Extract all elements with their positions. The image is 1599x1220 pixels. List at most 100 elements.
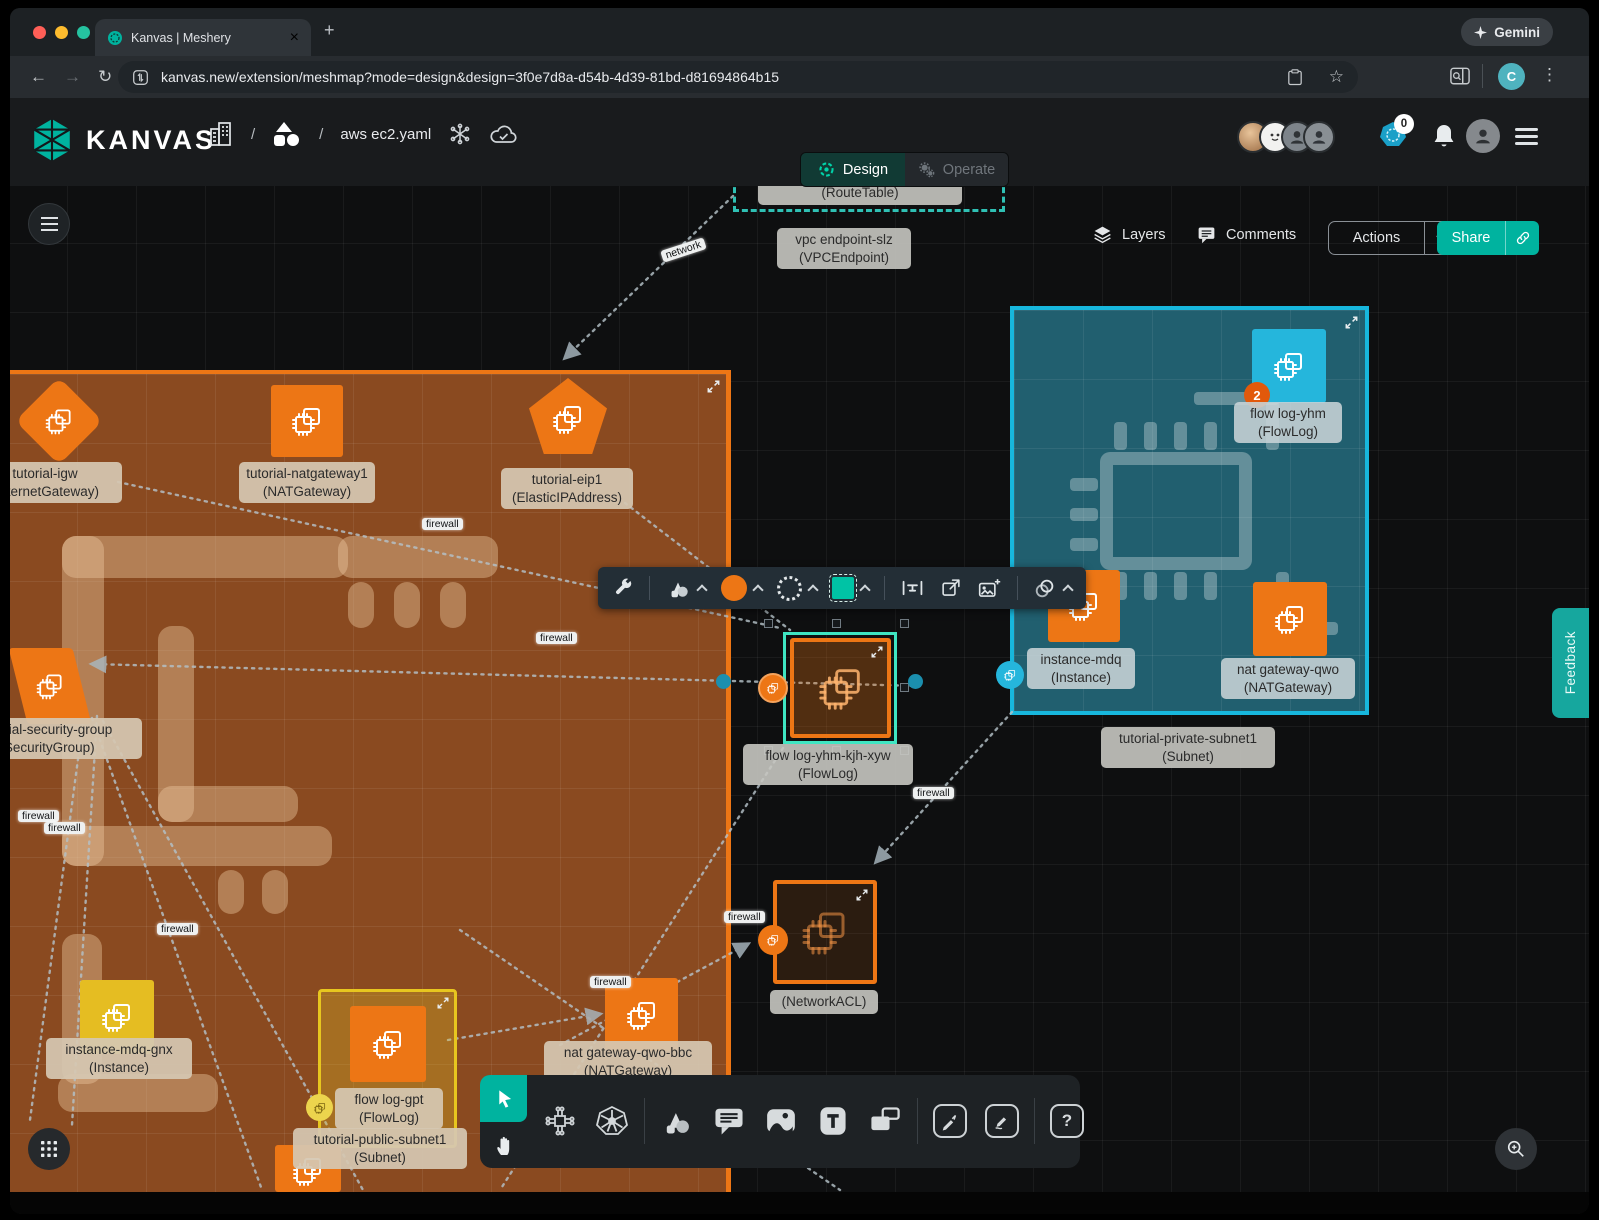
resize-handle[interactable] bbox=[764, 619, 773, 628]
copy-link-button[interactable] bbox=[1505, 221, 1539, 255]
node-natgateway1[interactable] bbox=[271, 385, 343, 457]
layers-button[interactable]: Layers bbox=[1092, 224, 1166, 245]
user-avatar[interactable] bbox=[1466, 119, 1500, 153]
actions-button[interactable]: Actions bbox=[1329, 222, 1424, 254]
stacked-circles-icon bbox=[1033, 576, 1057, 600]
kanvas-logo-icon[interactable] bbox=[30, 117, 74, 163]
expand-icon[interactable] bbox=[856, 889, 868, 901]
text-tool[interactable] bbox=[813, 1098, 853, 1144]
add-image-icon[interactable] bbox=[977, 577, 1002, 599]
routetable-label: (RouteTable) bbox=[758, 186, 962, 205]
node-flowlog-selected[interactable] bbox=[790, 638, 891, 738]
resize-handle[interactable] bbox=[832, 619, 841, 628]
select-tool-button[interactable] bbox=[480, 1075, 527, 1122]
node-network-acl[interactable] bbox=[773, 880, 877, 984]
expand-icon[interactable] bbox=[437, 997, 449, 1009]
border-style-button[interactable] bbox=[777, 576, 817, 601]
side-panel-search-icon[interactable] bbox=[1450, 67, 1470, 86]
share-button[interactable]: Share bbox=[1437, 221, 1505, 255]
apps-grid-button[interactable] bbox=[28, 1128, 70, 1170]
gemini-button[interactable]: Gemini bbox=[1461, 18, 1553, 46]
flowlog-gpt-badge[interactable] bbox=[306, 1094, 333, 1121]
resize-handle[interactable] bbox=[900, 619, 909, 628]
design-file-name[interactable]: aws ec2.yaml bbox=[340, 126, 431, 143]
forward-icon[interactable]: → bbox=[64, 65, 81, 89]
collaborator-avatars[interactable] bbox=[1237, 121, 1335, 153]
help-tool[interactable]: ? bbox=[1047, 1098, 1087, 1144]
open-in-new-icon[interactable] bbox=[940, 577, 962, 599]
private-subnet-badge[interactable] bbox=[996, 661, 1024, 689]
chevron-up-icon bbox=[859, 584, 870, 595]
workspace-icon[interactable] bbox=[272, 120, 302, 148]
browser-menu-icon[interactable]: ⋮ bbox=[1541, 65, 1558, 85]
rename-icon[interactable] bbox=[900, 577, 925, 599]
fill-color-button[interactable] bbox=[721, 575, 762, 601]
browser-tab[interactable]: Kanvas | Meshery × bbox=[95, 19, 311, 56]
cloud-sync-icon[interactable] bbox=[489, 122, 519, 146]
shapes-icon bbox=[660, 1105, 694, 1137]
profile-avatar[interactable]: C bbox=[1498, 63, 1525, 90]
design-canvas[interactable]: (RouteTable) vpc endpoint-slz(VPCEndpoin… bbox=[10, 186, 1589, 1214]
edge-label-firewall: firewall bbox=[536, 632, 577, 644]
tab-design[interactable]: Design bbox=[801, 153, 905, 186]
shapes-tool[interactable] bbox=[657, 1098, 697, 1144]
tool-dock: ? bbox=[480, 1075, 1080, 1168]
app-menu-icon[interactable] bbox=[1515, 128, 1538, 145]
feedback-label: Feedback bbox=[1563, 631, 1578, 694]
network-acl-badge[interactable] bbox=[758, 925, 788, 955]
kanvas-logo-text: KANVAS bbox=[86, 125, 216, 156]
bookmark-star-icon[interactable]: ☆ bbox=[1329, 67, 1344, 87]
zoom-button[interactable] bbox=[1495, 1128, 1537, 1170]
connection-dot-right[interactable] bbox=[908, 674, 923, 689]
mode-toggle: Design Operate bbox=[800, 152, 1009, 187]
comment-tool[interactable] bbox=[709, 1098, 749, 1144]
reload-icon[interactable]: ↻ bbox=[98, 65, 112, 89]
traffic-close-button[interactable] bbox=[33, 26, 46, 39]
url-bar[interactable]: kanvas.new/extension/meshmap?mode=design… bbox=[118, 61, 1358, 93]
chevron-up-icon bbox=[1062, 584, 1073, 595]
schematic-icon[interactable] bbox=[448, 122, 472, 146]
bell-icon[interactable] bbox=[1432, 123, 1456, 149]
configure-wrench-icon[interactable] bbox=[612, 577, 634, 599]
help-question-label: ? bbox=[1062, 1111, 1072, 1131]
component-circuit-icon bbox=[543, 1104, 577, 1138]
new-tab-button[interactable]: + bbox=[324, 20, 335, 41]
traffic-minimize-button[interactable] bbox=[55, 26, 68, 39]
share-label: Share bbox=[1452, 230, 1491, 246]
text-icon bbox=[818, 1105, 848, 1137]
natgateway-qwo-label: nat gateway-qwo(NATGateway) bbox=[1221, 658, 1355, 699]
tab-operate[interactable]: Operate bbox=[905, 153, 1008, 186]
feedback-tab[interactable]: Feedback bbox=[1552, 608, 1589, 718]
group-style-button[interactable] bbox=[1033, 576, 1072, 600]
notification-count-badge: 0 bbox=[1394, 114, 1414, 134]
shape-picker-button[interactable] bbox=[665, 576, 706, 600]
comments-icon bbox=[1196, 224, 1217, 245]
pen-tool[interactable] bbox=[930, 1098, 970, 1144]
image-tool[interactable] bbox=[761, 1098, 801, 1144]
save-icon[interactable] bbox=[1287, 69, 1303, 86]
pan-tool-button[interactable] bbox=[488, 1125, 520, 1163]
node-flowlog-gpt[interactable] bbox=[350, 1006, 426, 1082]
site-info-icon[interactable] bbox=[132, 69, 149, 86]
canvas-menu-button[interactable] bbox=[28, 203, 70, 245]
border-style-swatch bbox=[777, 576, 802, 601]
meshery-status-button[interactable]: 0 bbox=[1378, 120, 1408, 155]
fill-color-swatch bbox=[721, 575, 747, 601]
back-icon[interactable]: ← bbox=[30, 65, 47, 89]
collaborator-avatar[interactable] bbox=[1303, 121, 1335, 153]
instance-gnx-label: instance-mdq-gnx(Instance) bbox=[46, 1038, 192, 1079]
shape-swatch-button[interactable] bbox=[832, 577, 869, 599]
connection-dot-left[interactable] bbox=[716, 674, 731, 689]
pencil-tool[interactable] bbox=[982, 1098, 1022, 1144]
expand-icon[interactable] bbox=[871, 646, 883, 658]
frame-tool[interactable] bbox=[865, 1098, 905, 1144]
toolbar-divider bbox=[649, 576, 650, 600]
traffic-zoom-button[interactable] bbox=[77, 26, 90, 39]
kubernetes-tool[interactable] bbox=[592, 1098, 632, 1144]
comments-button[interactable]: Comments bbox=[1196, 224, 1296, 245]
organization-icon[interactable] bbox=[208, 120, 234, 148]
flowlog-selected-badge[interactable] bbox=[758, 673, 788, 703]
mesh-component-tool[interactable] bbox=[540, 1098, 580, 1144]
tab-close-icon[interactable]: × bbox=[290, 29, 299, 47]
share-button-group: Share bbox=[1437, 221, 1539, 255]
